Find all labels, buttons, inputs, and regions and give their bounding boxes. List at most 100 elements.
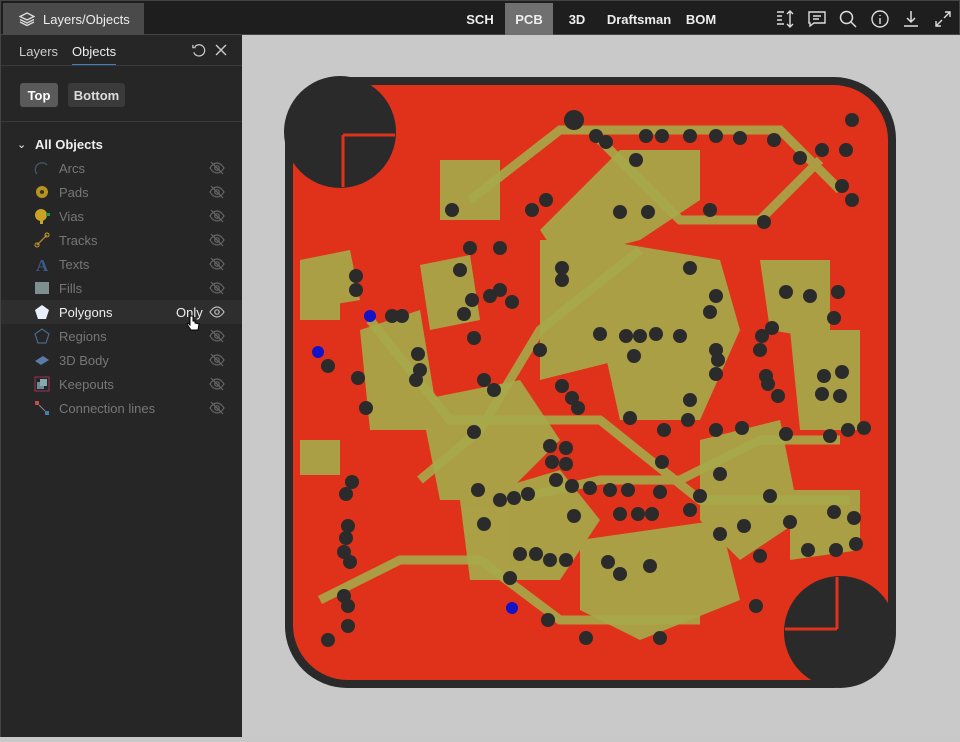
- eye-off-icon[interactable]: [209, 160, 225, 176]
- via: [763, 489, 777, 503]
- tab-bom[interactable]: BOM: [681, 3, 721, 35]
- via-selected: [506, 602, 518, 614]
- object-row-vias[interactable]: Vias: [1, 204, 242, 228]
- object-row-3d-body[interactable]: 3D Body: [1, 348, 242, 372]
- via: [529, 547, 543, 561]
- via: [555, 261, 569, 275]
- eye-off-icon[interactable]: [209, 256, 225, 272]
- via: [525, 203, 539, 217]
- all-objects-label: All Objects: [35, 136, 103, 152]
- via: [767, 133, 781, 147]
- eye-off-icon[interactable]: [209, 352, 225, 368]
- eye-off-icon[interactable]: [209, 232, 225, 248]
- tab-pcb[interactable]: PCB: [505, 3, 553, 35]
- object-row-texts[interactable]: A Texts: [1, 252, 242, 276]
- object-row-pads[interactable]: Pads: [1, 180, 242, 204]
- via: [351, 371, 365, 385]
- via: [321, 359, 335, 373]
- via: [683, 261, 697, 275]
- via: [703, 203, 717, 217]
- via: [683, 503, 697, 517]
- via: [453, 263, 467, 277]
- via: [827, 505, 841, 519]
- tab-objects[interactable]: Objects: [72, 44, 117, 66]
- close-icon[interactable]: [215, 44, 227, 56]
- via: [409, 373, 423, 387]
- via: [849, 537, 863, 551]
- object-label: Regions: [59, 328, 107, 344]
- object-label: Vias: [59, 208, 85, 224]
- via: [639, 129, 653, 143]
- via: [493, 493, 507, 507]
- download-icon[interactable]: [901, 9, 921, 29]
- expand-icon[interactable]: [933, 9, 953, 29]
- info-icon[interactable]: [870, 9, 890, 29]
- via: [713, 467, 727, 481]
- eye-icon[interactable]: [209, 304, 225, 320]
- via: [733, 131, 747, 145]
- via: [559, 457, 573, 471]
- via: [457, 307, 471, 321]
- tab-3d[interactable]: 3D: [559, 3, 595, 35]
- via: [857, 421, 871, 435]
- via: [655, 455, 669, 469]
- via: [823, 429, 837, 443]
- via: [411, 347, 425, 361]
- tab-sch[interactable]: SCH: [457, 3, 503, 35]
- object-row-fills[interactable]: Fills: [1, 276, 242, 300]
- fills-icon: [35, 282, 49, 294]
- object-row-tracks[interactable]: Tracks: [1, 228, 242, 252]
- via: [339, 531, 353, 545]
- sort-height-icon[interactable]: [775, 9, 795, 29]
- object-row-arcs[interactable]: Arcs: [1, 156, 242, 180]
- eye-off-icon[interactable]: [209, 376, 225, 392]
- svg-text:A: A: [36, 256, 49, 272]
- all-objects-group[interactable]: ⌄ All Objects: [1, 132, 242, 156]
- via: [793, 151, 807, 165]
- via: [493, 283, 507, 297]
- object-label: 3D Body: [59, 352, 109, 368]
- via: [847, 511, 861, 525]
- eye-off-icon[interactable]: [209, 208, 225, 224]
- via: [467, 425, 481, 439]
- via: [845, 193, 859, 207]
- via: [503, 571, 517, 585]
- eye-off-icon[interactable]: [209, 328, 225, 344]
- pcb-canvas[interactable]: [242, 35, 960, 737]
- via: [543, 439, 557, 453]
- via: [465, 293, 479, 307]
- tab-layers[interactable]: Layers: [19, 44, 58, 59]
- chevron-down-icon: ⌄: [17, 138, 27, 151]
- tab-draftsman[interactable]: Draftsman: [601, 3, 677, 35]
- via: [673, 329, 687, 343]
- object-row-keepouts[interactable]: Keepouts: [1, 372, 242, 396]
- via: [683, 129, 697, 143]
- eye-off-icon[interactable]: [209, 400, 225, 416]
- eye-off-icon[interactable]: [209, 280, 225, 296]
- via: [771, 389, 785, 403]
- via: [815, 387, 829, 401]
- search-icon[interactable]: [838, 9, 858, 29]
- via: [753, 549, 767, 563]
- eye-off-icon[interactable]: [209, 184, 225, 200]
- via: [681, 413, 695, 427]
- layers-icon: [19, 12, 35, 27]
- pads-icon: [36, 186, 48, 198]
- arcs-icon: [34, 162, 48, 175]
- via: [709, 367, 723, 381]
- top-button[interactable]: Top: [20, 83, 58, 107]
- bottom-button[interactable]: Bottom: [68, 83, 125, 107]
- via: [623, 411, 637, 425]
- via-selected: [364, 310, 376, 322]
- via: [709, 289, 723, 303]
- object-row-connection-lines[interactable]: Connection lines: [1, 396, 242, 420]
- object-row-regions[interactable]: Regions: [1, 324, 242, 348]
- via: [657, 423, 671, 437]
- object-row-polygons[interactable]: Polygons Only: [1, 300, 242, 331]
- reset-icon[interactable]: [191, 43, 206, 58]
- comment-icon[interactable]: [807, 9, 827, 29]
- layers-objects-tab[interactable]: Layers/Objects: [3, 3, 144, 35]
- pcb-board[interactable]: [242, 35, 960, 737]
- via: [841, 423, 855, 437]
- object-label: Arcs: [59, 160, 85, 176]
